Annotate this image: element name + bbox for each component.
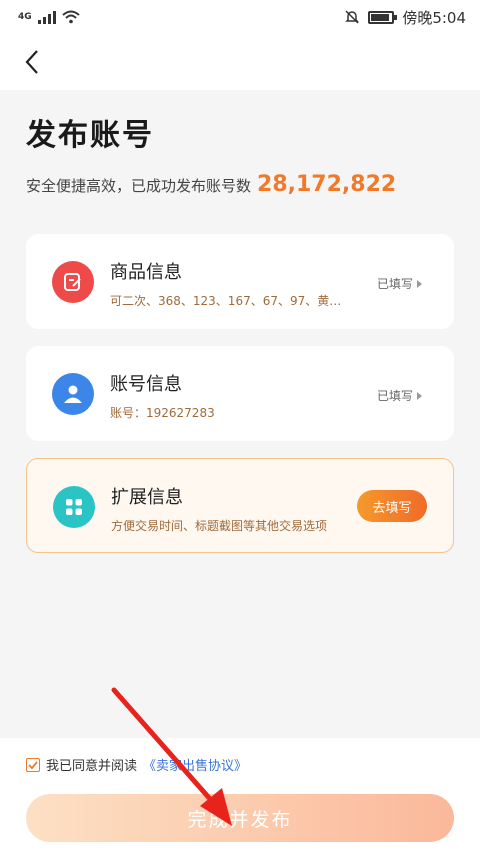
card-extended-info[interactable]: 扩展信息 方便交易时间、标题截图等其他交易选项 去填写 bbox=[26, 458, 454, 553]
status-right: 傍晚5:04 bbox=[344, 7, 466, 28]
nav-bar bbox=[0, 34, 480, 90]
mute-bell-icon bbox=[345, 10, 360, 24]
card-title: 扩展信息 bbox=[111, 487, 183, 508]
subtitle-text: 安全便捷高效，已成功发布账号数 bbox=[26, 177, 252, 195]
page-title: 发布账号 bbox=[26, 118, 154, 153]
signal-group: 4G bbox=[18, 10, 80, 24]
card-subtitle: 方便交易时间、标题截图等其他交易选项 bbox=[111, 519, 328, 533]
caret-right-icon bbox=[417, 391, 422, 400]
card-subtitle: 账号：192627283 bbox=[110, 406, 215, 420]
card-status: 已填写 bbox=[377, 275, 422, 292]
submit-button[interactable]: 完成并发布 bbox=[26, 794, 454, 842]
grid-icon bbox=[53, 486, 95, 528]
page-subtitle: 安全便捷高效，已成功发布账号数 28,172,822 bbox=[26, 172, 396, 197]
agreement-link[interactable]: 《卖家出售协议》 bbox=[143, 755, 247, 774]
wifi-icon bbox=[61, 10, 80, 24]
signal-icon bbox=[37, 10, 56, 24]
card-product-info[interactable]: 商品信息 可二次、368、123、167、67、97、黄… 已填写 bbox=[26, 234, 454, 329]
agree-text: 我已同意并阅读 bbox=[46, 759, 138, 774]
status-label: 已填写 bbox=[376, 277, 413, 291]
back-button[interactable] bbox=[14, 44, 50, 80]
clock: 傍晚5:04 bbox=[402, 8, 466, 27]
status-label: 已填写 bbox=[376, 389, 413, 403]
agree-checkbox[interactable] bbox=[26, 757, 40, 772]
card-title: 商品信息 bbox=[110, 262, 182, 283]
check-icon bbox=[28, 760, 38, 769]
user-icon bbox=[52, 373, 94, 415]
card-title: 账号信息 bbox=[110, 374, 182, 395]
battery-icon bbox=[368, 10, 398, 24]
card-account-info[interactable]: 账号信息 账号：192627283 已填写 bbox=[26, 346, 454, 441]
card-status: 已填写 bbox=[377, 387, 422, 404]
caret-right-icon bbox=[417, 279, 422, 288]
published-count: 28,172,822 bbox=[257, 172, 397, 197]
status-bar: 4G 傍晚5:04 bbox=[0, 0, 480, 34]
edit-icon bbox=[52, 261, 94, 303]
bottom-bar: 我已同意并阅读 《卖家出售协议》 完成并发布 bbox=[0, 738, 480, 853]
network-type: 4G bbox=[18, 12, 32, 22]
fill-in-button[interactable]: 去填写 bbox=[357, 490, 427, 522]
chevron-left-icon bbox=[25, 50, 38, 74]
card-subtitle: 可二次、368、123、167、67、97、黄… bbox=[110, 294, 342, 308]
agreement-row: 我已同意并阅读 《卖家出售协议》 bbox=[26, 755, 247, 774]
